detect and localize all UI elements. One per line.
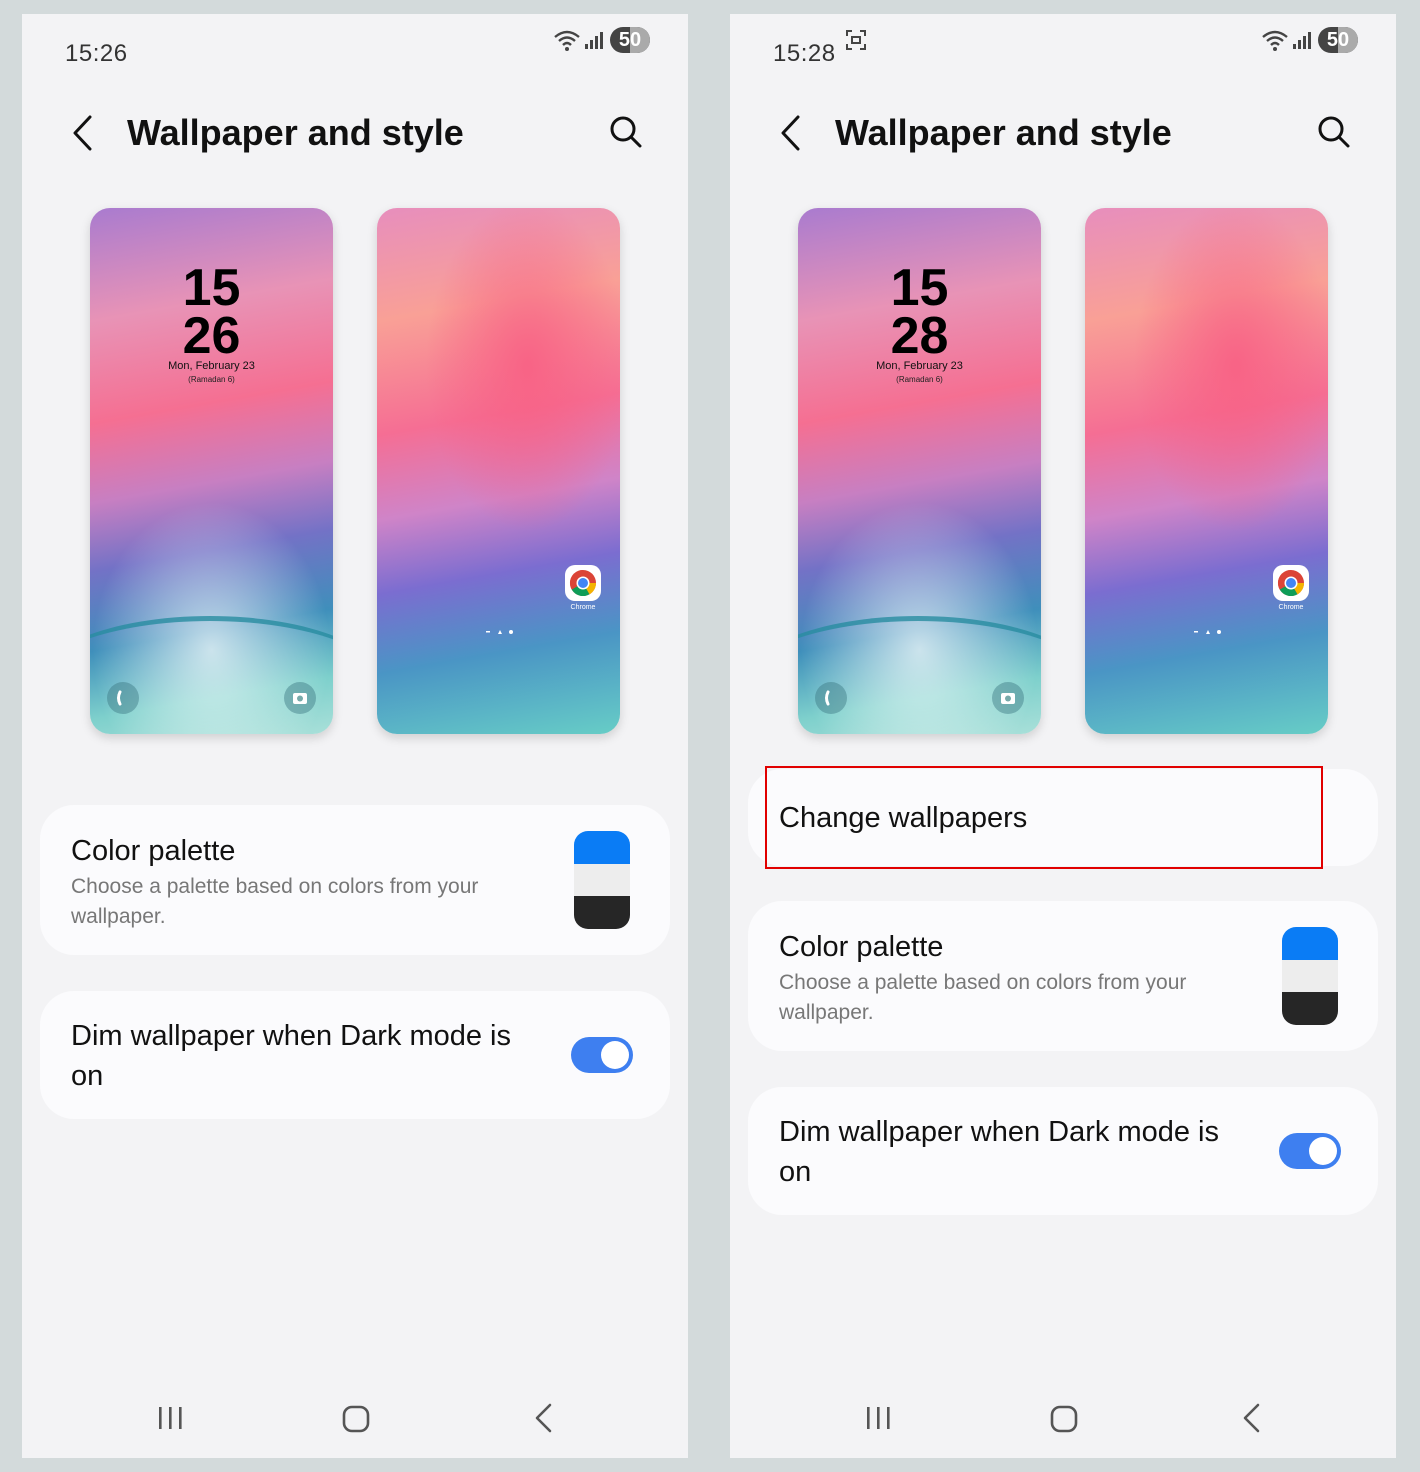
back-arrow-icon[interactable]	[778, 114, 804, 152]
status-time: 15:26	[65, 40, 128, 67]
screenshot-icon	[846, 30, 866, 50]
wifi-icon	[1262, 30, 1288, 51]
recents-icon[interactable]	[864, 1404, 894, 1432]
battery-indicator: 50	[1318, 27, 1358, 53]
chrome-icon	[565, 565, 601, 601]
recents-icon[interactable]	[156, 1404, 186, 1432]
home-icon[interactable]	[1049, 1404, 1079, 1434]
color-palette-subtitle: Choose a palette based on colors from yo…	[71, 875, 479, 928]
lock-clock-minute: 28	[890, 307, 949, 365]
lock-clock-hour: 15	[890, 259, 949, 317]
color-palette-subtitle: Choose a palette based on colors from yo…	[779, 971, 1187, 1024]
page-indicator	[1194, 630, 1221, 634]
signal-icon	[585, 32, 603, 49]
lock-clock-hour: 15	[182, 259, 241, 317]
color-palette-card[interactable]: Color palette Choose a palette based on …	[748, 901, 1378, 1051]
wifi-icon	[554, 30, 580, 51]
palette-swatch	[1282, 927, 1338, 1025]
chrome-label: Chrome	[1278, 604, 1304, 611]
status-icons: 50	[552, 26, 652, 56]
dim-wallpaper-title: Dim wallpaper when Dark mode is on	[779, 1116, 1219, 1188]
dim-wallpaper-toggle[interactable]	[1279, 1133, 1341, 1169]
status-icons: 50	[1260, 26, 1360, 56]
lock-hijri-date: (Ramadan 6)	[896, 375, 943, 384]
lock-screen-preview[interactable]: 15 26 Mon, February 23 (Ramadan 6)	[90, 208, 333, 734]
phone-screen-before: 15:26 50 Wallpaper and style 15 26 Mon, …	[22, 14, 688, 1458]
color-palette-title: Color palette	[71, 835, 236, 867]
phone-icon	[107, 682, 139, 714]
camera-icon	[284, 682, 316, 714]
battery-level: 50	[618, 29, 642, 51]
color-palette-title: Color palette	[779, 931, 944, 963]
lock-clock-minute: 26	[182, 307, 241, 365]
phone-screen-after: 15:28 50 Wallpaper and style 15 28 Mon, …	[730, 14, 1396, 1458]
battery-indicator: 50	[610, 27, 650, 53]
battery-level: 50	[1326, 29, 1350, 51]
phone-icon	[815, 682, 847, 714]
status-time: 15:28	[773, 40, 836, 67]
page-title: Wallpaper and style	[835, 112, 1172, 153]
lock-date: Mon, February 23	[876, 360, 963, 372]
signal-icon	[1293, 32, 1311, 49]
highlight-box	[765, 766, 1323, 869]
lock-hijri-date: (Ramadan 6)	[188, 375, 235, 384]
camera-icon	[992, 682, 1024, 714]
back-arrow-icon[interactable]	[70, 114, 96, 152]
dim-wallpaper-card[interactable]: Dim wallpaper when Dark mode is on	[40, 991, 670, 1119]
home-icon[interactable]	[341, 1404, 371, 1434]
palette-swatch	[574, 831, 630, 929]
page-title: Wallpaper and style	[127, 112, 464, 153]
dim-wallpaper-title: Dim wallpaper when Dark mode is on	[71, 1020, 511, 1092]
navigation-bar	[730, 1398, 1396, 1438]
chrome-label: Chrome	[570, 604, 596, 611]
page-indicator	[486, 630, 513, 634]
nav-back-icon[interactable]	[532, 1402, 556, 1434]
nav-back-icon[interactable]	[1240, 1402, 1264, 1434]
home-screen-preview[interactable]: Chrome	[377, 208, 620, 734]
search-icon[interactable]	[608, 114, 644, 150]
lock-date: Mon, February 23	[168, 360, 255, 372]
dim-wallpaper-card[interactable]: Dim wallpaper when Dark mode is on	[748, 1087, 1378, 1215]
chrome-icon	[1273, 565, 1309, 601]
search-icon[interactable]	[1316, 114, 1352, 150]
home-screen-preview[interactable]: Chrome	[1085, 208, 1328, 734]
navigation-bar	[22, 1398, 688, 1438]
color-palette-card[interactable]: Color palette Choose a palette based on …	[40, 805, 670, 955]
lock-screen-preview[interactable]: 15 28 Mon, February 23 (Ramadan 6)	[798, 208, 1041, 734]
dim-wallpaper-toggle[interactable]	[571, 1037, 633, 1073]
